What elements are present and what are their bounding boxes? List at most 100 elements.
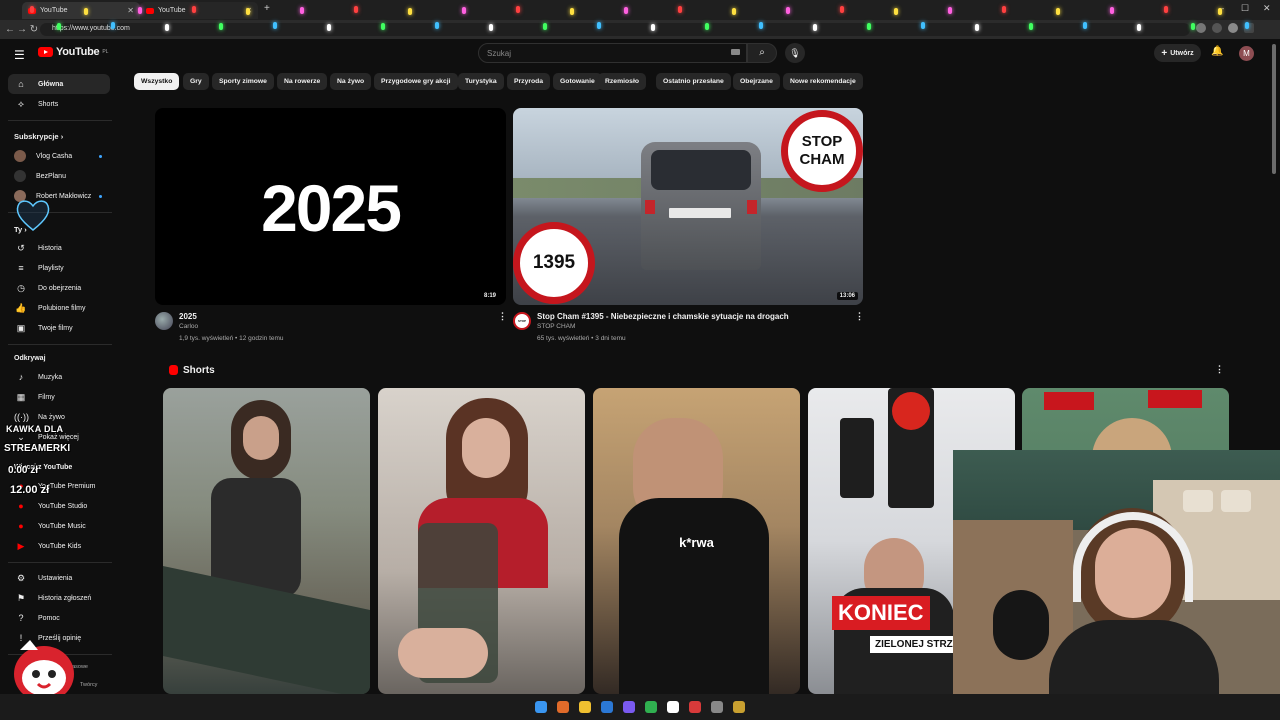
more-options-icon[interactable]: ⋮ — [1215, 364, 1224, 375]
sidebar-item-kids[interactable]: ▶ YouTube Kids — [8, 536, 110, 556]
filter-chip[interactable]: Gotowanie — [553, 73, 602, 90]
sidebar-item-films[interactable]: ▦ Filmy — [8, 387, 110, 407]
light-bulb — [1083, 22, 1087, 29]
sidebar-item-subscription[interactable]: BezPlanu — [8, 166, 110, 186]
sidebar-item-label: Na żywo — [38, 413, 65, 421]
van-window — [651, 150, 751, 190]
channel-avatar[interactable] — [155, 312, 173, 330]
light-bulb — [435, 22, 439, 29]
sidebar-item-label: Pomoc — [38, 614, 60, 622]
sidebar-item-home[interactable]: ⌂ Główna — [8, 74, 110, 94]
create-button[interactable]: + Utwórz — [1154, 44, 1201, 62]
region-code: PL — [102, 49, 109, 55]
light-bulb — [678, 6, 682, 13]
avatar[interactable]: M — [1239, 46, 1254, 61]
search-button[interactable]: ⌕ — [747, 43, 777, 63]
light-bulb — [840, 6, 844, 13]
filter-chip[interactable]: Przyroda — [507, 73, 551, 90]
video-title[interactable]: 2025 — [179, 312, 197, 321]
video-duration: 8:19 — [480, 292, 499, 300]
sidebar-item-subscription[interactable]: Vlog Casha — [8, 146, 110, 166]
start-icon[interactable] — [535, 701, 547, 713]
filter-chip[interactable]: Gry — [183, 73, 209, 90]
donation-goal-title: STREAMERKI — [4, 443, 71, 454]
light-bulb — [300, 7, 304, 14]
light-bulb — [381, 23, 385, 30]
episode-number-badge: 1395 — [513, 222, 595, 304]
search-input[interactable]: Szukaj — [478, 43, 747, 63]
filter-chip[interactable]: Rzemiosło — [598, 73, 646, 90]
short-thumbnail[interactable] — [163, 388, 370, 694]
filter-chip[interactable]: Turystyka — [458, 73, 504, 90]
flag-image — [1148, 390, 1202, 408]
filter-chip[interactable]: Wszystko — [134, 73, 180, 90]
plus-icon: + — [1161, 47, 1168, 59]
channel-name[interactable]: STOP CHAM — [537, 323, 575, 330]
sidebar-item-help[interactable]: ? Pomoc — [8, 608, 110, 628]
obs-icon[interactable] — [711, 701, 723, 713]
light-bulb — [570, 8, 574, 15]
file-explorer-icon[interactable] — [579, 701, 591, 713]
sidebar-item-your-videos[interactable]: ▣ Twoje filmy — [8, 318, 110, 338]
sidebar-item-history[interactable]: ↺ Historia — [8, 238, 110, 258]
youtube-kids-icon: ▶ — [17, 540, 25, 551]
page-scrollbar-thumb[interactable] — [1272, 44, 1276, 174]
spotify-icon[interactable] — [645, 701, 657, 713]
youtube-play-icon — [38, 47, 53, 57]
mic-icon: 🎙 — [789, 48, 801, 58]
short-overlay-title: KONIEC — [832, 596, 930, 630]
sidebar-item-label: Do obejrzenia — [38, 284, 82, 292]
light-bulb — [1191, 23, 1195, 30]
flag-image — [1044, 392, 1094, 410]
light-bulb — [57, 23, 61, 30]
notepad-icon[interactable] — [667, 701, 679, 713]
thumbs-up-icon: 👍 — [15, 302, 27, 313]
voice-search-button[interactable]: 🎙 — [785, 43, 805, 63]
recorder-icon[interactable] — [689, 701, 701, 713]
video-title[interactable]: Stop Cham #1395 - Niebezpieczne i chamsk… — [537, 312, 789, 321]
video-thumbnail[interactable]: STOP CHAM 1395 13:06 — [513, 108, 863, 305]
filter-chip[interactable]: Obejrzane — [733, 73, 780, 90]
firefox-icon[interactable] — [557, 701, 569, 713]
youtube-logo[interactable]: YouTube PL — [38, 46, 108, 58]
sidebar-item-label: Shorts — [38, 100, 59, 108]
light-bulb — [813, 24, 817, 31]
os-taskbar — [0, 694, 1280, 720]
hamburger-menu-icon[interactable]: ☰ — [14, 48, 25, 62]
bell-icon[interactable]: 🔔 — [1211, 46, 1223, 57]
sidebar-item-report-history[interactable]: ⚑ Historia zgłoszeń — [8, 588, 110, 608]
more-options-icon[interactable]: ⋮ — [498, 311, 507, 322]
sidebar-item-music-app[interactable]: ● YouTube Music — [8, 516, 110, 536]
subscriptions-heading[interactable]: Subskrypcje › — [14, 132, 63, 141]
edge-icon[interactable] — [601, 701, 613, 713]
sidebar-item-watch-later[interactable]: ◷ Do obejrzenia — [8, 278, 110, 298]
light-bulb — [759, 22, 763, 29]
filter-chip[interactable]: Ostatnio przesłane — [656, 73, 731, 90]
keyboard-icon[interactable] — [731, 49, 740, 55]
flag-icon: ⚑ — [16, 592, 26, 603]
light-bulb — [489, 24, 493, 31]
more-options-icon[interactable]: ⋮ — [855, 311, 864, 322]
sidebar-item-shorts[interactable]: ⟡ Shorts — [8, 94, 110, 114]
filter-chip[interactable]: Nowe rekomendacje — [783, 73, 863, 90]
video-thumbnail[interactable]: 2025 8:19 — [155, 108, 506, 305]
sidebar-item-studio[interactable]: ● YouTube Studio — [8, 496, 110, 516]
light-bulb — [1245, 22, 1249, 29]
sidebar-item-label: Historia — [38, 244, 62, 252]
filter-chip[interactable]: Sporty zimowe — [212, 73, 274, 90]
sidebar-item-label: BezPlanu — [36, 172, 66, 180]
sidebar-item-settings[interactable]: ⚙ Ustawienia — [8, 568, 110, 588]
footer-link[interactable]: Twórcy — [80, 682, 97, 688]
sidebar-item-liked[interactable]: 👍 Polubione filmy — [8, 298, 110, 318]
short-thumbnail[interactable]: k*rwa — [593, 388, 800, 694]
filter-chip[interactable]: Na rowerze — [277, 73, 328, 90]
short-thumbnail[interactable] — [378, 388, 585, 694]
filter-chip[interactable]: Przygodowe gry akcji — [374, 73, 458, 90]
sidebar-item-music[interactable]: ♪ Muzyka — [8, 367, 110, 387]
channel-avatar[interactable]: STOP CHAM — [513, 312, 531, 330]
discord-icon[interactable] — [623, 701, 635, 713]
sidebar-item-playlists[interactable]: ≡ Playlisty — [8, 258, 110, 278]
channel-name[interactable]: Carloo — [179, 323, 198, 330]
filter-chip[interactable]: Na żywo — [330, 73, 372, 90]
app-icon[interactable] — [733, 701, 745, 713]
